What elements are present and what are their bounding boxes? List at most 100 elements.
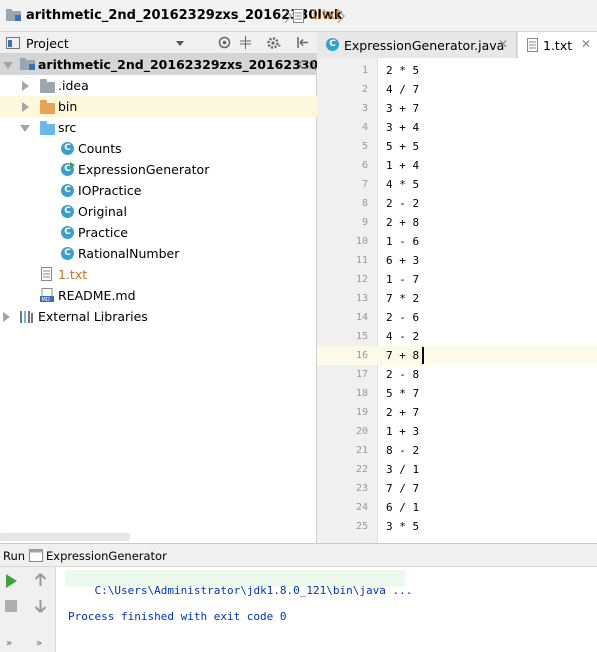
expand-arrow-icon[interactable] bbox=[20, 125, 30, 132]
tree-item-expressiongenerator[interactable]: C ExpressionGenerator bbox=[0, 159, 317, 180]
editor-line[interactable]: 1 2 * 5 bbox=[317, 61, 597, 80]
run-panel-header: Run ExpressionGenerator bbox=[0, 543, 597, 567]
scroll-from-source-icon[interactable] bbox=[218, 36, 231, 49]
tree-item-src[interactable]: src bbox=[0, 117, 317, 138]
editor-line[interactable]: 17 2 - 8 bbox=[317, 365, 597, 384]
more-actions-icon[interactable]: » bbox=[6, 638, 12, 649]
gear-icon[interactable] bbox=[267, 36, 281, 50]
tree-item-label: External Libraries bbox=[38, 309, 148, 324]
line-number: 8 bbox=[361, 198, 368, 209]
rerun-icon[interactable] bbox=[6, 574, 17, 588]
run-panel-title[interactable]: Run bbox=[3, 549, 25, 563]
text-file-icon bbox=[527, 38, 538, 52]
line-text: 4 / 7 bbox=[386, 83, 420, 96]
chevron-down-icon[interactable] bbox=[176, 41, 184, 46]
line-number: 3 bbox=[361, 103, 368, 114]
tab-label: 1.txt bbox=[543, 38, 573, 53]
tree-item-label: .idea bbox=[58, 78, 89, 93]
tree-item-label: 1.txt bbox=[58, 267, 88, 282]
editor-line[interactable]: 13 7 * 2 bbox=[317, 289, 597, 308]
editor-line[interactable]: 25 3 * 5 bbox=[317, 517, 597, 536]
libraries-icon bbox=[19, 310, 34, 323]
editor-area[interactable]: 1 2 * 5 2 4 / 7 3 3 + 7 4 3 + 4 5 5 + 5 6 1 + 4 7 4 *… bbox=[317, 58, 597, 543]
project-view-icon bbox=[6, 37, 20, 49]
java-main-class-icon: C bbox=[326, 38, 339, 51]
run-toolbar: » » bbox=[0, 567, 56, 652]
editor-tab-bar: C ExpressionGenerator.java ✕ 1.txt ✕ bbox=[317, 32, 597, 58]
expand-arrow-icon[interactable] bbox=[22, 102, 29, 112]
editor-line[interactable]: 20 1 + 3 bbox=[317, 422, 597, 441]
svg-text:MD: MD bbox=[42, 297, 50, 302]
editor-line[interactable]: 12 1 - 7 bbox=[317, 270, 597, 289]
arrow-down-icon[interactable] bbox=[34, 599, 47, 613]
line-text: 7 * 2 bbox=[386, 292, 420, 305]
tree-item-bin[interactable]: bin bbox=[0, 96, 317, 117]
run-config-name[interactable]: ExpressionGenerator bbox=[46, 549, 167, 563]
line-number: 14 bbox=[355, 312, 368, 323]
collapse-all-icon[interactable] bbox=[239, 36, 252, 49]
editor-line[interactable]: 22 3 / 1 bbox=[317, 460, 597, 479]
line-text: 2 + 7 bbox=[386, 406, 420, 419]
tree-item-readme[interactable]: MD README.md bbox=[0, 285, 317, 306]
tree-item-label: arithmetic_2nd_20162329zxs_20162330lwk bbox=[38, 57, 343, 72]
project-view-title[interactable]: Project bbox=[26, 36, 69, 51]
editor-line[interactable]: 21 8 - 2 bbox=[317, 441, 597, 460]
expand-arrow-icon[interactable] bbox=[22, 81, 29, 91]
tree-item-1txt[interactable]: 1.txt bbox=[0, 264, 317, 285]
editor-line[interactable]: 9 2 + 8 bbox=[317, 213, 597, 232]
tree-item-iopractice[interactable]: C IOPractice bbox=[0, 180, 317, 201]
tree-item-external-libraries[interactable]: External Libraries bbox=[0, 306, 317, 327]
close-icon[interactable]: ✕ bbox=[498, 37, 508, 51]
tree-item-idea[interactable]: .idea bbox=[0, 75, 317, 96]
arrow-up-icon[interactable] bbox=[34, 573, 47, 587]
tab-expressiongenerator[interactable]: C ExpressionGenerator.java ✕ bbox=[317, 32, 517, 58]
close-icon[interactable]: ✕ bbox=[581, 37, 591, 51]
line-number: 4 bbox=[361, 122, 368, 133]
editor-line[interactable]: 5 5 + 5 bbox=[317, 137, 597, 156]
editor-line[interactable]: 19 2 + 7 bbox=[317, 403, 597, 422]
line-number: 25 bbox=[355, 521, 368, 532]
editor-line[interactable]: 8 2 - 2 bbox=[317, 194, 597, 213]
editor-line[interactable]: 15 4 - 2 bbox=[317, 327, 597, 346]
tab-1txt[interactable]: 1.txt ✕ bbox=[518, 32, 597, 58]
line-number: 22 bbox=[355, 464, 368, 475]
text-caret bbox=[422, 347, 424, 364]
tree-item-practice[interactable]: C Practice bbox=[0, 222, 317, 243]
chevron-right-icon bbox=[280, 6, 290, 26]
line-number: 7 bbox=[361, 179, 368, 190]
line-text: 3 + 4 bbox=[386, 121, 420, 134]
java-class-icon: C bbox=[61, 205, 74, 218]
editor-line[interactable]: 24 6 / 1 bbox=[317, 498, 597, 517]
editor-line[interactable]: 2 4 / 7 bbox=[317, 80, 597, 99]
chevron-right-icon bbox=[333, 6, 343, 26]
tree-item-counts[interactable]: C Counts bbox=[0, 138, 317, 159]
editor-line[interactable]: 6 1 + 4 bbox=[317, 156, 597, 175]
editor-line[interactable]: 11 6 + 3 bbox=[317, 251, 597, 270]
java-class-icon: C bbox=[61, 226, 74, 239]
line-text: 7 + 8 bbox=[386, 349, 420, 362]
editor-line[interactable]: 3 3 + 7 bbox=[317, 99, 597, 118]
tree-item-root[interactable]: arithmetic_2nd_20162329zxs_20162330lwk C… bbox=[0, 54, 342, 75]
tree-item-label: IOPractice bbox=[78, 183, 142, 198]
editor-line-partial bbox=[317, 536, 597, 543]
editor-line[interactable]: 14 2 - 6 bbox=[317, 308, 597, 327]
expand-arrow-icon[interactable] bbox=[3, 312, 10, 322]
tree-horizontal-scrollbar[interactable] bbox=[0, 533, 130, 541]
hide-panel-icon[interactable] bbox=[296, 36, 309, 49]
console-output[interactable]: C:\Users\Administrator\jdk1.8.0_121\bin\… bbox=[56, 567, 597, 652]
editor-line[interactable]: 4 3 + 4 bbox=[317, 118, 597, 137]
stop-icon[interactable] bbox=[5, 600, 17, 612]
tree-item-label: RationalNumber bbox=[78, 246, 180, 261]
editor-line[interactable]: 10 1 - 6 bbox=[317, 232, 597, 251]
line-number: 20 bbox=[355, 426, 368, 437]
more-actions-icon[interactable]: » bbox=[36, 638, 42, 649]
editor-line-current[interactable]: 16 7 + 8 bbox=[317, 346, 597, 365]
editor-line[interactable]: 18 5 * 7 bbox=[317, 384, 597, 403]
expand-arrow-icon[interactable] bbox=[3, 62, 13, 69]
editor-line[interactable]: 23 7 / 7 bbox=[317, 479, 597, 498]
tree-item-rationalnumber[interactable]: C RationalNumber bbox=[0, 243, 317, 264]
tree-item-original[interactable]: C Original bbox=[0, 201, 317, 222]
editor-line[interactable]: 7 4 * 5 bbox=[317, 175, 597, 194]
line-number: 19 bbox=[355, 407, 368, 418]
tree-item-label: src bbox=[58, 120, 77, 135]
